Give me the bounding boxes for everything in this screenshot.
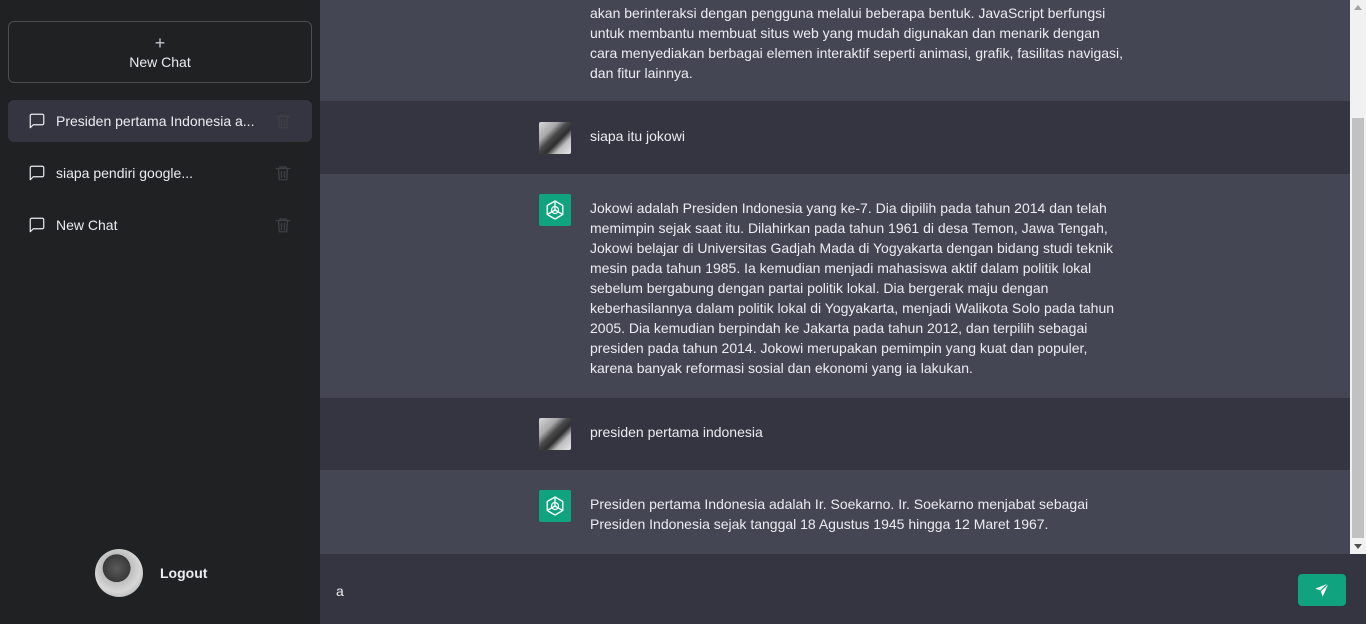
paper-plane-icon (1315, 582, 1330, 597)
user-avatar (95, 549, 143, 597)
message-text: akan berinteraksi dengan pengguna melalu… (590, 5, 1124, 81)
user-avatar (539, 122, 571, 154)
user-message: presiden pertama indonesia (320, 398, 1350, 470)
message-text: siapa itu jokowi (590, 128, 685, 144)
history-item[interactable]: New Chat (8, 204, 312, 246)
profile-section: Logout (95, 549, 207, 597)
new-chat-label: New Chat (129, 53, 191, 70)
chat-history-list: Presiden pertama Indonesia a... siapa pe… (8, 100, 312, 256)
openai-logo-icon (539, 194, 571, 226)
scroll-up-arrow-icon[interactable] (1354, 5, 1362, 10)
trash-icon[interactable] (274, 216, 292, 234)
scrollbar[interactable] (1350, 0, 1366, 554)
message-text: Jokowi adalah Presiden Indonesia yang ke… (590, 200, 1115, 376)
bot-message: akan berinteraksi dengan pengguna melalu… (320, 0, 1350, 101)
user-avatar (539, 418, 571, 450)
messages-list: akan berinteraksi dengan pengguna melalu… (320, 0, 1350, 554)
history-item-label: New Chat (56, 217, 118, 233)
user-message: siapa itu jokowi (320, 101, 1350, 174)
chat-bubble-icon (29, 113, 45, 129)
bot-message: Jokowi adalah Presiden Indonesia yang ke… (320, 174, 1350, 398)
message-text: Presiden pertama Indonesia adalah Ir. So… (590, 496, 1089, 532)
scroll-down-arrow-icon[interactable] (1354, 544, 1362, 549)
history-item-label: siapa pendiri google... (56, 165, 193, 181)
history-item-label: Presiden pertama Indonesia a... (56, 113, 255, 129)
logout-button[interactable]: Logout (160, 565, 207, 581)
sidebar: + New Chat Presiden pertama Indonesia a.… (0, 0, 320, 624)
openai-logo-icon (539, 490, 571, 522)
trash-icon[interactable] (274, 112, 292, 130)
trash-icon[interactable] (274, 164, 292, 182)
message-text: presiden pertama indonesia (590, 424, 763, 440)
input-bar (320, 554, 1366, 624)
chat-bubble-icon (29, 165, 45, 181)
chat-main: akan berinteraksi dengan pengguna melalu… (320, 0, 1366, 624)
bot-message: Presiden pertama Indonesia adalah Ir. So… (320, 470, 1350, 554)
history-item[interactable]: siapa pendiri google... (8, 152, 312, 194)
history-item[interactable]: Presiden pertama Indonesia a... (8, 100, 312, 142)
send-button[interactable] (1298, 574, 1346, 606)
message-input[interactable] (336, 576, 1276, 606)
plus-icon: + (154, 32, 166, 53)
new-chat-button[interactable]: + New Chat (8, 21, 312, 83)
scrollbar-thumb[interactable] (1352, 118, 1364, 538)
chat-bubble-icon (29, 217, 45, 233)
